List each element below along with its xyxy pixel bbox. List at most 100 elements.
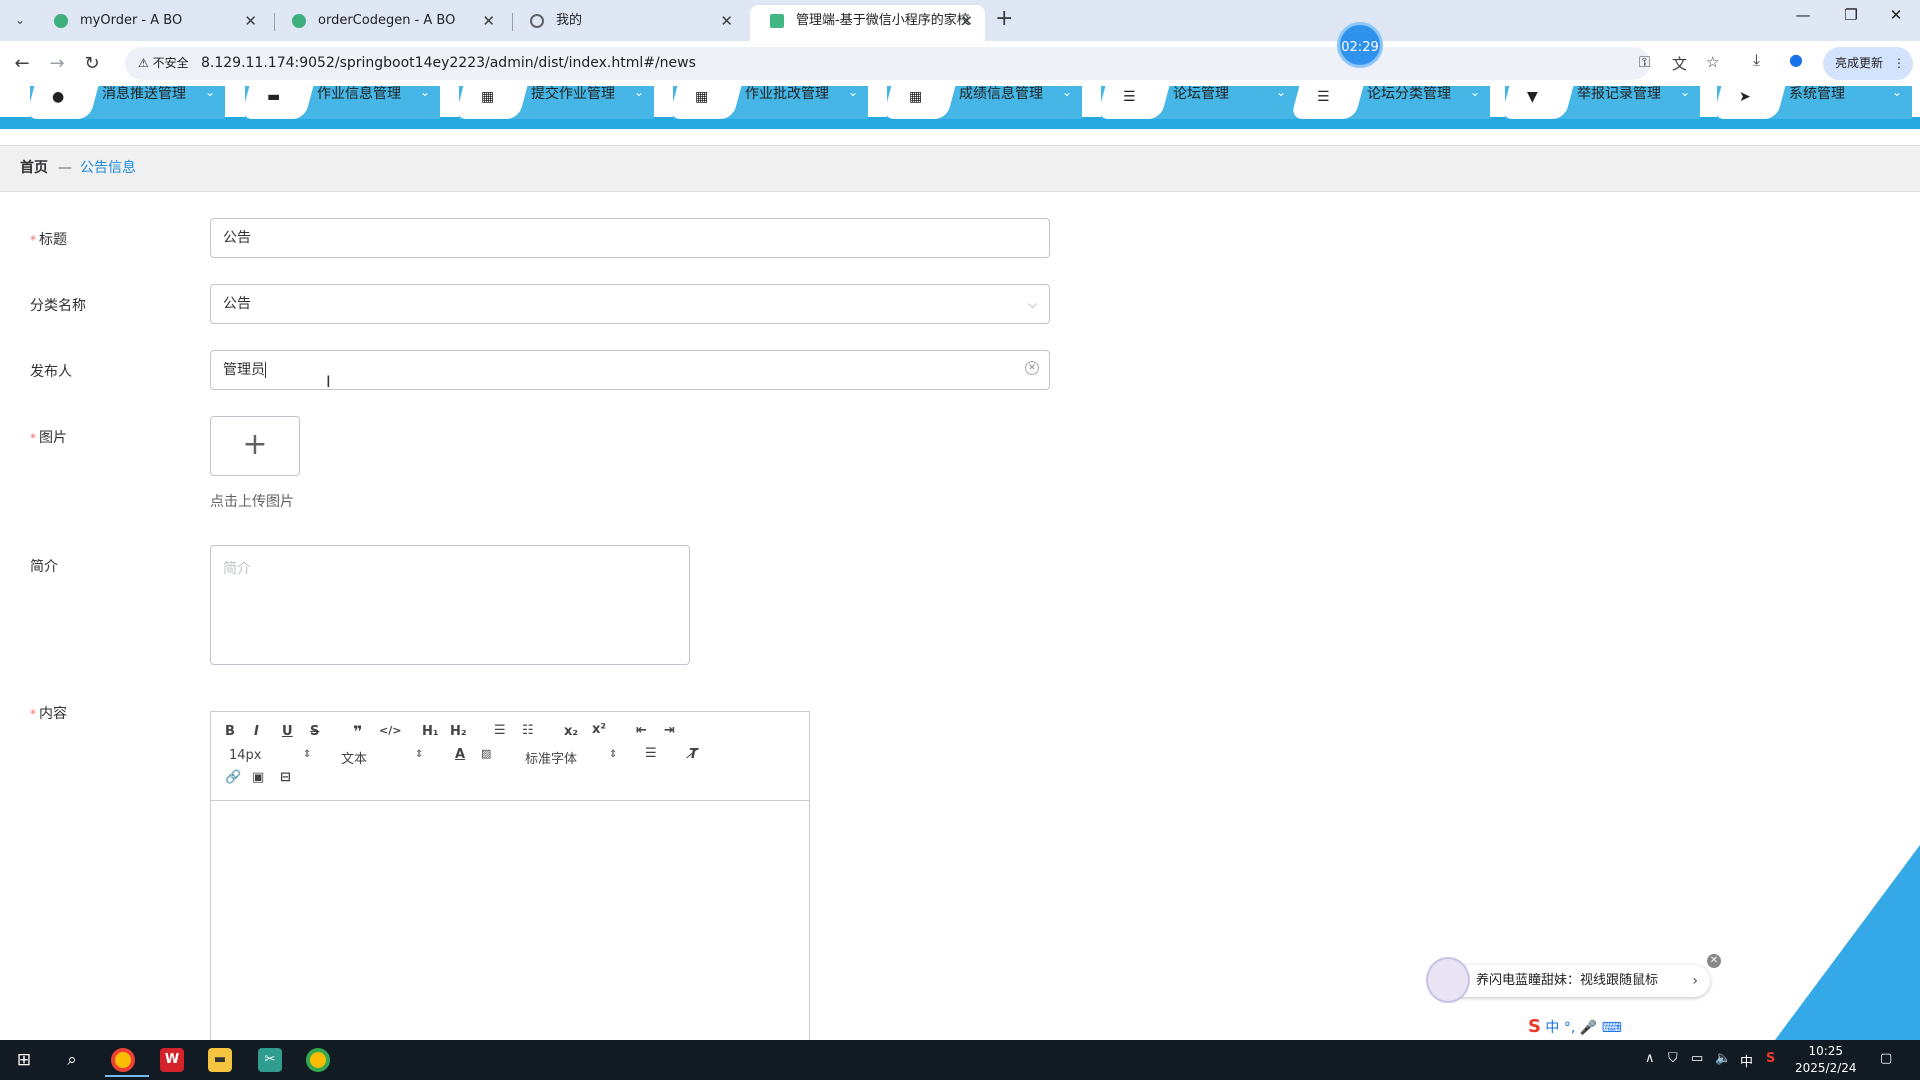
sogou-tray-icon[interactable]: S [1766, 1051, 1775, 1066]
ime-toolbar[interactable]: S 中 °, 🎤 ⌨ [1518, 1014, 1721, 1040]
menu-icon: ▦ [481, 89, 495, 105]
close-tab-icon[interactable]: ✕ [244, 5, 257, 37]
floating-timer-badge[interactable]: 02:29 [1337, 22, 1383, 68]
bold-icon[interactable]: B [225, 724, 235, 739]
menu-message-push[interactable]: ● 消息推送管理 ⌄ [25, 86, 225, 119]
password-key-icon[interactable]: ⚿ [1639, 53, 1650, 71]
update-button-label: 亮成更新 [1835, 56, 1884, 70]
file-explorer-icon[interactable]: ▬ [208, 1048, 232, 1072]
menu-homework-grading[interactable]: ▦ 作业批改管理 ⌄ [668, 86, 868, 119]
breadcrumb-current: 公告信息 [80, 160, 136, 176]
url-text[interactable]: 8.129.11.174:9052/springboot14ey2223/adm… [201, 47, 696, 80]
menu-report-record[interactable]: ▼ 举报记录管理 ⌄ [1500, 86, 1700, 119]
strikethrough-icon[interactable]: S [310, 724, 319, 739]
browser-tab-myorder[interactable]: myOrder - A BO ✕ [34, 5, 269, 41]
image-icon[interactable]: ▣ [252, 770, 264, 785]
update-button[interactable]: 亮成更新 ⋮ [1823, 47, 1913, 80]
new-tab-button[interactable]: + [995, 6, 1013, 31]
menu-icon: ☰ [1317, 89, 1330, 105]
search-icon[interactable]: ⌕ [60, 1048, 84, 1072]
ordered-list-icon[interactable]: ☰ [494, 723, 506, 738]
header-select[interactable]: 文本 ⇕ [341, 748, 427, 767]
chrome-icon[interactable] [105, 1048, 149, 1077]
menu-system[interactable]: ➤ 系统管理 ⌄ [1712, 86, 1912, 119]
link-icon[interactable]: 🔗 [225, 770, 241, 785]
reload-icon[interactable]: ↻ [78, 50, 106, 78]
italic-icon[interactable]: I [254, 724, 259, 739]
notification-icon[interactable]: ▢ [1880, 1051, 1892, 1066]
menu-forum-category[interactable]: ☰ 论坛分类管理 ⌄ [1290, 86, 1490, 119]
text-cursor-icon: I [326, 372, 331, 391]
image-upload-button[interactable]: + [210, 416, 300, 476]
profile-avatar-icon[interactable]: ● [1789, 50, 1803, 69]
snipping-tool-icon[interactable]: ✂ [258, 1048, 282, 1072]
volume-icon[interactable]: 🔈 [1715, 1051, 1731, 1066]
address-bar[interactable]: ⚠ 不安全 8.129.11.174:9052/springboot14ey22… [125, 47, 1719, 80]
outdent-icon[interactable]: ⇤ [636, 723, 647, 738]
menu-forum[interactable]: ☰ 论坛管理 ⌄ [1096, 86, 1296, 119]
network-icon[interactable]: ▭ [1691, 1051, 1703, 1066]
underline-icon[interactable]: U [282, 724, 293, 739]
breadcrumb-home[interactable]: 首页 [20, 146, 48, 191]
clear-format-icon[interactable]: T̸ [689, 747, 698, 762]
back-arrow-icon[interactable]: ← [8, 50, 36, 78]
font-family-select[interactable]: 标准字体 ⇕ [525, 748, 621, 767]
wps-icon[interactable]: W [160, 1048, 184, 1072]
close-tab-icon[interactable]: ✕ [482, 5, 495, 37]
editor-toolbar: B I U S ❞ </> H₁ H₂ ☰ ☷ x₂ x² ⇤ ⇥ 14px ⇕ … [211, 712, 809, 801]
minimize-icon[interactable]: — [1783, 6, 1823, 24]
video-icon[interactable]: ⊟ [280, 770, 291, 785]
close-tab-icon[interactable]: ✕ [720, 5, 733, 37]
security-shield-icon[interactable]: ⛉ [1668, 1051, 1678, 1066]
warning-triangle-icon: ⚠ [138, 56, 149, 70]
blockquote-icon[interactable]: ❞ [353, 722, 362, 741]
heading1-icon[interactable]: H₁ [422, 724, 439, 739]
ime-notification[interactable]: 养闪电蓝瞳甜妹：视线跟随鼠标 › [1426, 957, 1710, 1003]
windows-start-icon[interactable]: ⊞ [12, 1048, 36, 1072]
browser-tab-ordercodegen[interactable]: orderCodegen - A BO ✕ [272, 5, 507, 41]
rich-text-editor[interactable]: B I U S ❞ </> H₁ H₂ ☰ ☷ x₂ x² ⇤ ⇥ 14px ⇕ … [210, 711, 810, 1041]
superscript-icon[interactable]: x² [592, 722, 606, 737]
menu-homework-info[interactable]: ▬ 作业信息管理 ⌄ [240, 86, 440, 119]
align-icon[interactable]: ☰ [645, 746, 657, 761]
menu-icon: ▼ [1527, 89, 1538, 105]
title-input[interactable]: 公告 [210, 218, 1050, 258]
intro-textarea[interactable]: 简介 [210, 545, 690, 665]
bookmark-star-icon[interactable]: ☆ [1706, 53, 1719, 71]
font-size-select[interactable]: 14px ⇕ [229, 748, 315, 763]
chevron-down-icon: ⌄ [205, 86, 216, 99]
taskbar-clock[interactable]: 10:25 2025/2/24 [1795, 1043, 1857, 1077]
subscript-icon[interactable]: x₂ [564, 724, 578, 739]
menu-icon: ▬ [267, 89, 281, 105]
category-select[interactable]: 公告 ⌵ [210, 284, 1050, 324]
not-secure-badge[interactable]: ⚠ 不安全 [129, 51, 198, 76]
input-language[interactable]: 中 [1740, 1051, 1753, 1070]
translate-icon[interactable]: 文 [1672, 53, 1687, 74]
tab-search-chevron-icon[interactable]: ⌄ [8, 8, 32, 32]
forward-arrow-icon[interactable]: → [43, 50, 71, 78]
clear-input-icon[interactable]: ✕ [1025, 361, 1039, 375]
download-icon[interactable]: ⤓ [1753, 50, 1760, 70]
indent-icon[interactable]: ⇥ [664, 723, 675, 738]
close-tab-icon[interactable]: ✕ [960, 5, 973, 37]
text-color-icon[interactable]: A [455, 747, 465, 762]
sogou-logo-icon: S [1528, 1016, 1541, 1037]
restore-icon[interactable]: ❐ [1831, 6, 1871, 24]
menu-submit-homework[interactable]: ▦ 提交作业管理 ⌄ [454, 86, 654, 119]
chrome-alt-icon[interactable] [306, 1048, 330, 1072]
tray-overflow-icon[interactable]: ∧ [1645, 1051, 1655, 1066]
publisher-input[interactable]: 管理员 ✕ [210, 350, 1050, 390]
bullet-list-icon[interactable]: ☷ [522, 723, 534, 738]
close-icon[interactable]: ✕ [1707, 954, 1721, 968]
menu-score-info[interactable]: ▦ 成绩信息管理 ⌄ [882, 86, 1082, 119]
chevron-right-icon[interactable]: › [1692, 965, 1698, 997]
heading2-icon[interactable]: H₂ [450, 724, 467, 739]
browser-tab-admin[interactable]: 管理端-基于微信小程序的家校 ✕ [750, 5, 985, 41]
background-color-icon[interactable]: ▨ [481, 747, 491, 760]
close-window-icon[interactable]: ✕ [1876, 6, 1916, 24]
ime-notification-text: 养闪电蓝瞳甜妹：视线跟随鼠标 [1476, 973, 1659, 988]
code-block-icon[interactable]: </> [379, 724, 401, 737]
browser-tab-mine[interactable]: 我的 ✕ [510, 5, 745, 41]
clock-date: 2025/2/24 [1795, 1061, 1857, 1075]
more-menu-icon[interactable]: ⋮ [1893, 47, 1905, 80]
